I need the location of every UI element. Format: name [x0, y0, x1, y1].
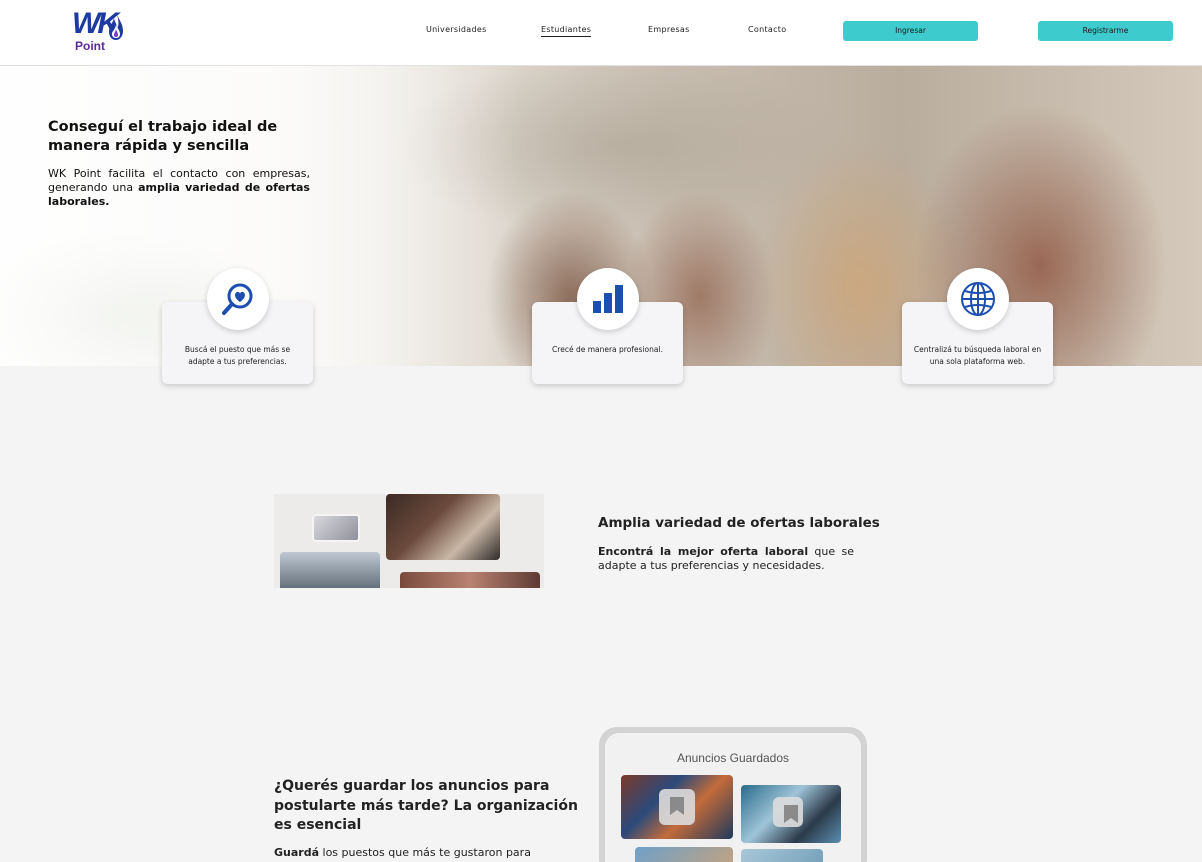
logo-subtext: Point	[75, 39, 105, 53]
feature-circle-search	[207, 268, 269, 330]
saved-ad-card[interactable]	[741, 849, 823, 862]
offers-section-text: Encontrá la mejor oferta laboral que se …	[598, 545, 854, 573]
globe-icon	[961, 282, 995, 316]
register-button[interactable]: Registrarme	[1038, 21, 1173, 41]
feature-circle-platform	[947, 268, 1009, 330]
phone-screen: Anuncios Guardados	[605, 733, 861, 862]
wk-point-logo[interactable]: WK Point	[72, 8, 126, 56]
collage-tile	[280, 552, 380, 588]
bookmark-icon[interactable]	[773, 797, 803, 827]
saved-ads-title: Anuncios Guardados	[676, 751, 790, 765]
feature-text: Buscá el puesto que más se adapte a tus …	[184, 345, 291, 366]
saved-ad-card[interactable]	[621, 775, 733, 839]
collage-tile	[400, 572, 540, 588]
nav-estudiantes[interactable]: Estudiantes	[541, 25, 592, 37]
saved-ad-card[interactable]	[741, 785, 841, 843]
offers-section-title: Amplia variedad de ofertas laborales	[598, 515, 880, 531]
nav-universidades[interactable]: Universidades	[426, 25, 487, 34]
flame-icon	[109, 12, 123, 40]
bookmark-icon[interactable]	[659, 789, 695, 825]
site-header: WK Point Universidades Estudiantes Empre…	[0, 0, 1202, 66]
saved-text-bold: Guardá	[274, 846, 320, 859]
hero-title: Conseguí el trabajo ideal de manera rápi…	[48, 119, 278, 154]
phone-mockup: Anuncios Guardados	[599, 727, 867, 862]
bar-chart-icon	[593, 285, 623, 313]
nav-empresas[interactable]: Empresas	[648, 25, 690, 34]
login-button[interactable]: Ingresar	[843, 21, 978, 41]
feature-text: Crecé de manera profesional.	[552, 345, 663, 354]
offers-text-bold: Encontrá la mejor oferta laboral	[598, 545, 809, 558]
feature-circle-growth	[577, 268, 639, 330]
collage-tile	[312, 514, 360, 542]
saved-ad-card[interactable]	[635, 847, 733, 862]
hero-text: WK Point facilita el contacto con empres…	[48, 167, 310, 209]
job-offers-collage	[274, 494, 544, 588]
saved-section-title: ¿Querés guardar los anuncios para postul…	[274, 778, 578, 833]
saved-text-plain: los puestos que más te gustaron para	[319, 846, 531, 859]
heart-search-icon	[222, 283, 253, 315]
nav-contacto[interactable]: Contacto	[748, 25, 786, 34]
feature-text: Centralizá tu búsqueda laboral en una so…	[913, 345, 1042, 366]
collage-tile	[386, 494, 500, 560]
saved-section-text: Guardá los puestos que más te gustaron p…	[274, 846, 564, 860]
